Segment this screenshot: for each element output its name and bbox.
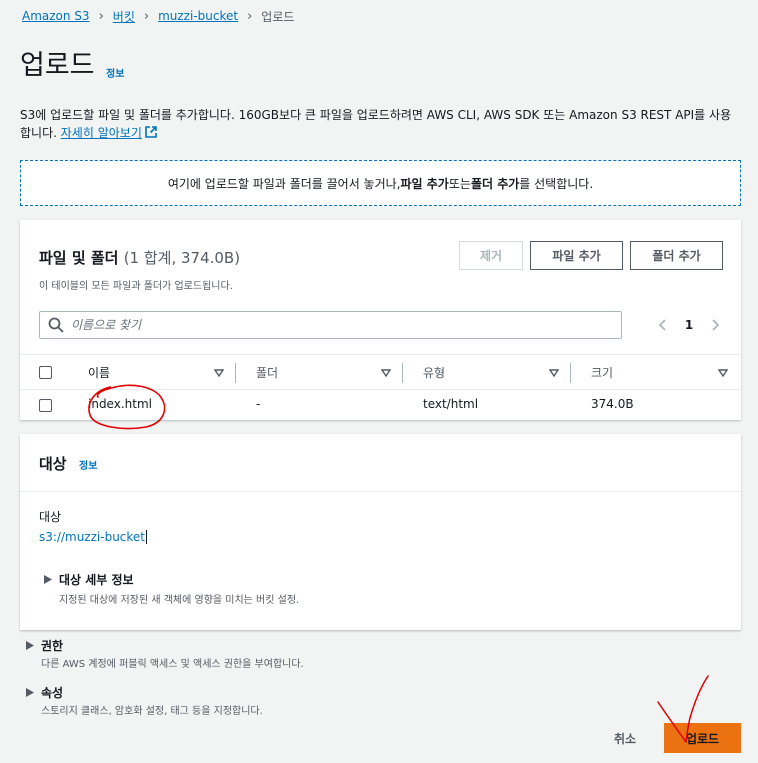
breadcrumb-amazon-s3[interactable]: Amazon S3: [22, 9, 90, 23]
add-files-button[interactable]: 파일 추가: [530, 241, 623, 270]
add-folder-button[interactable]: 폴더 추가: [630, 241, 723, 270]
page-description: S3에 업로드할 파일 및 폴더를 추가합니다. 160GB보다 큰 파일을 업…: [20, 106, 742, 142]
learn-more-label: 자세히 알아보기: [60, 126, 142, 140]
sort-icon[interactable]: [549, 369, 559, 377]
breadcrumb-buckets[interactable]: 버킷: [113, 8, 135, 25]
cell-size: 374.0B: [591, 397, 634, 411]
chevron-left-icon[interactable]: [656, 318, 670, 332]
cell-type: text/html: [423, 397, 479, 411]
breadcrumb-separator-icon: ›: [98, 8, 104, 24]
permissions-desc: 다른 AWS 계정에 퍼블릭 액세스 및 액세스 권한을 부여합니다.: [41, 659, 304, 670]
caret-right-icon: [26, 641, 34, 650]
upload-dropzone[interactable]: 여기에 업로드할 파일과 폴더를 끌어서 놓거나, 파일 추가 또는 폴더 추가…: [20, 160, 741, 206]
sort-icon[interactable]: [214, 369, 224, 377]
dropzone-text-prefix: 여기에 업로드할 파일과 폴더를 끌어서 놓거나,: [167, 176, 401, 191]
column-header-folder[interactable]: 폴더: [256, 364, 278, 381]
column-header-size[interactable]: 크기: [591, 364, 613, 381]
page-number[interactable]: 1: [685, 318, 693, 332]
cell-folder: -: [256, 397, 261, 411]
dropzone-text-middle: 또는: [448, 176, 471, 191]
select-all-checkbox[interactable]: [39, 366, 52, 379]
caret-right-icon: [26, 688, 34, 697]
files-count: (1 합계, 374.0B): [123, 249, 241, 267]
sort-icon[interactable]: [381, 369, 391, 377]
table-row: index.html - text/html 374.0B: [20, 390, 741, 420]
properties-title: 속성: [41, 686, 64, 700]
page-title: 업로드: [20, 50, 95, 81]
breadcrumb-separator-icon: ›: [143, 8, 150, 24]
destination-header: 대상 정보: [20, 434, 741, 492]
table-header: 이름 폴더 유형 크기: [20, 354, 741, 390]
column-header-name[interactable]: 이름: [88, 364, 110, 381]
upload-button[interactable]: 업로드: [664, 723, 741, 753]
files-panel-subtitle: 이 테이블의 모든 파일과 폴더가 업로드됩니다.: [39, 281, 233, 292]
column-divider[interactable]: [235, 363, 236, 383]
remove-button[interactable]: 제거: [459, 241, 523, 270]
column-divider[interactable]: [402, 363, 403, 383]
breadcrumb: Amazon S3 › 버킷 › muzzi-bucket › 업로드: [22, 7, 294, 25]
column-divider[interactable]: [570, 363, 571, 383]
cell-name: index.html: [88, 397, 152, 411]
learn-more-link[interactable]: 자세히 알아보기: [61, 126, 157, 140]
search-input[interactable]: [71, 318, 611, 332]
chevron-right-icon[interactable]: [708, 318, 722, 332]
destination-panel: 대상 정보 대상 s3://muzzi-bucket 대상 세부 정보 지정된 …: [20, 434, 741, 630]
cancel-button[interactable]: 취소: [598, 723, 652, 753]
dropzone-add-folder: 폴더 추가: [470, 176, 520, 191]
search-icon: [48, 317, 64, 333]
breadcrumb-separator-icon: ›: [247, 8, 253, 24]
destination-label: 대상: [39, 510, 62, 524]
breadcrumb-bucket[interactable]: muzzi-bucket: [158, 9, 238, 23]
search-box: [39, 311, 622, 339]
files-panel: 파일 및 폴더 (1 합계, 374.0B) 이 테이블의 모든 파일과 폴더가…: [20, 220, 741, 420]
files-panel-heading: 파일 및 폴더 (1 합계, 374.0B): [39, 247, 240, 268]
sort-icon[interactable]: [718, 369, 728, 377]
header-info-link[interactable]: 정보: [106, 65, 124, 80]
caret-right-icon: [44, 575, 52, 584]
row-checkbox[interactable]: [39, 399, 52, 412]
pagination: 1: [656, 315, 722, 335]
breadcrumb-current: 업로드: [261, 9, 295, 24]
destination-details-desc: 지정된 대상에 저장된 새 객체에 영향을 미치는 버킷 설정.: [59, 595, 300, 606]
column-header-type[interactable]: 유형: [423, 364, 445, 381]
dropzone-add-files: 파일 추가: [400, 176, 449, 191]
destination-details-title: 대상 세부 정보: [59, 573, 134, 587]
destination-info-link[interactable]: 정보: [79, 457, 97, 472]
external-link-icon: [145, 126, 157, 138]
properties-desc: 스토리지 클래스, 암호화 설정, 태그 등을 지정합니다.: [41, 706, 263, 717]
files-panel-title: 파일 및 폴더: [39, 249, 119, 267]
permissions-toggle[interactable]: 권한: [26, 637, 63, 654]
destination-value[interactable]: s3://muzzi-bucket: [39, 530, 148, 544]
destination-details-toggle[interactable]: 대상 세부 정보: [44, 571, 134, 588]
dropzone-text-suffix: 를 선택합니다.: [519, 176, 594, 191]
properties-toggle[interactable]: 속성: [26, 684, 63, 701]
destination-title: 대상: [39, 455, 67, 473]
permissions-title: 권한: [41, 639, 64, 653]
